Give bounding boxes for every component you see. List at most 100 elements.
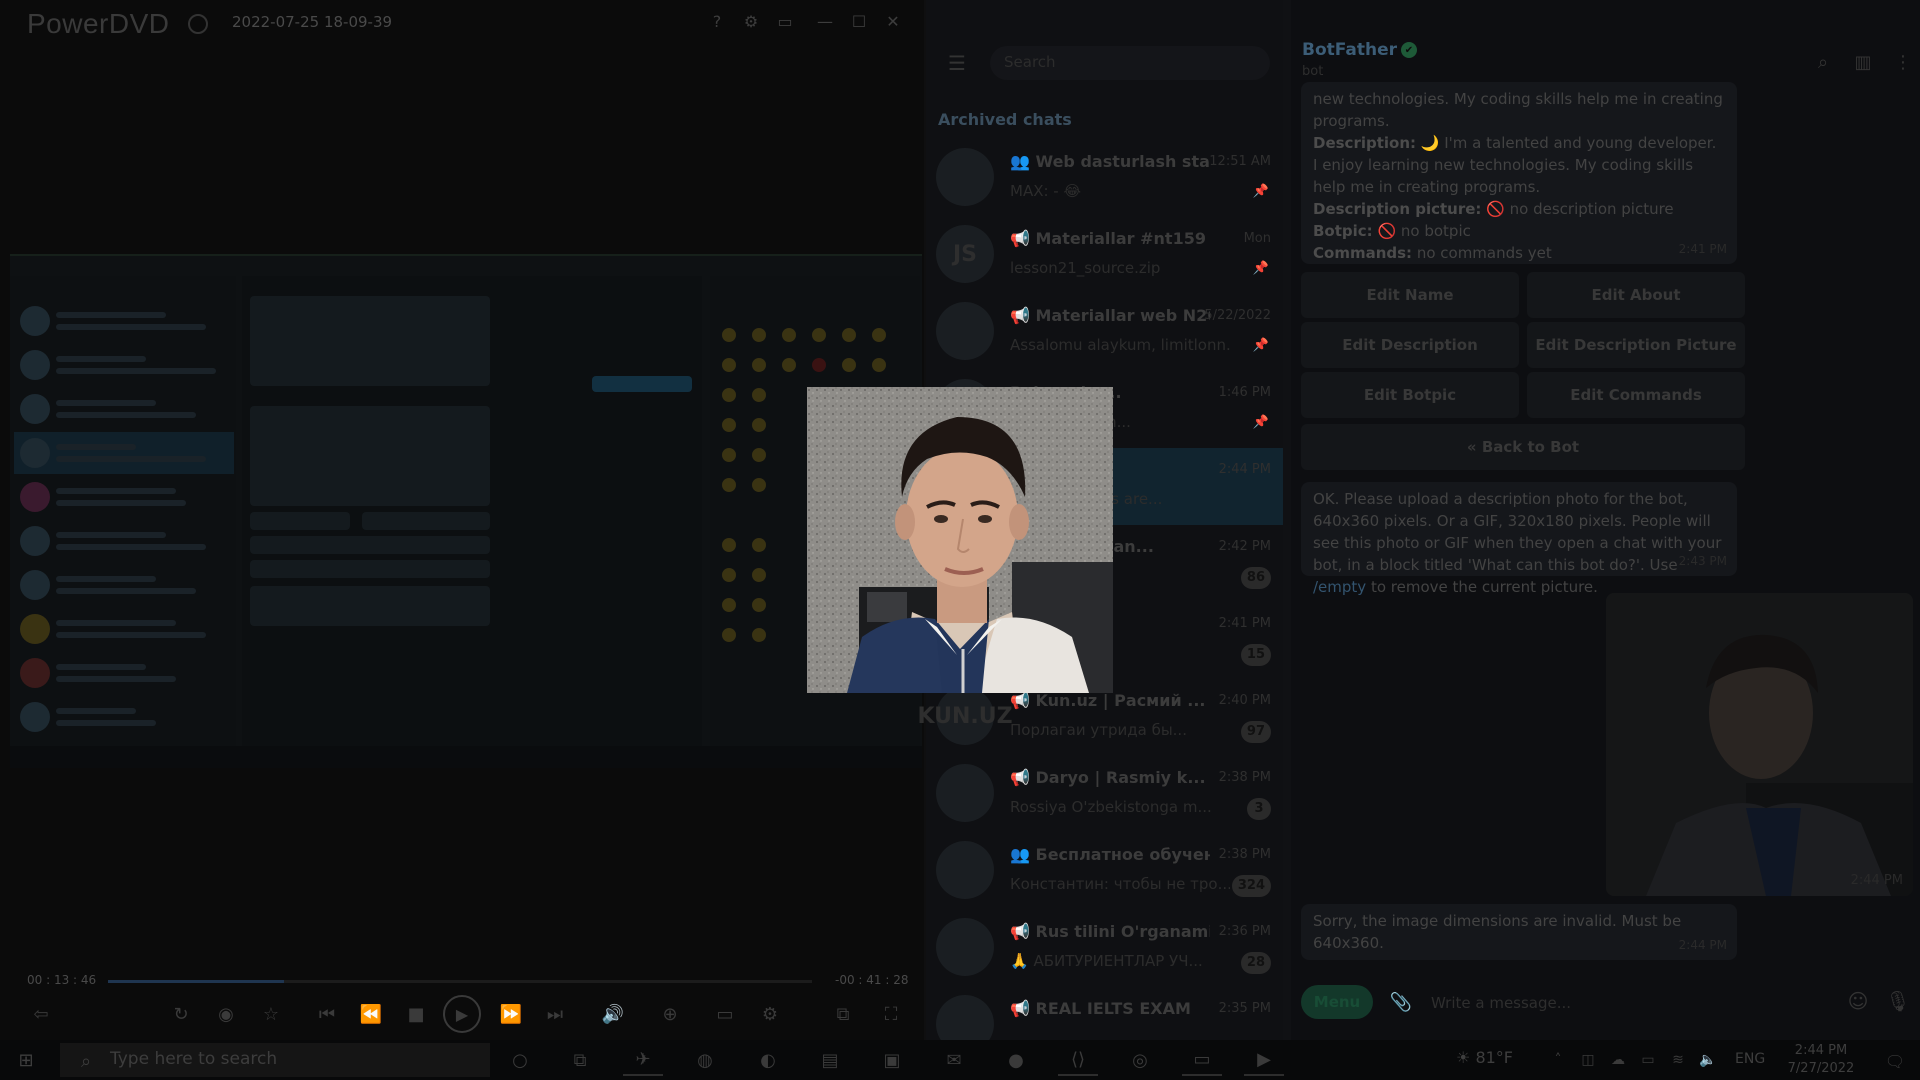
archived-chats-header[interactable]: Archived chats xyxy=(938,110,1072,129)
next-icon[interactable]: ⏩ xyxy=(498,1001,524,1027)
search-icon[interactable]: ⌕ xyxy=(1811,50,1835,74)
aspect-icon[interactable]: ▭ xyxy=(712,1001,738,1027)
maximize-icon[interactable]: ☐ xyxy=(848,10,870,32)
bot-info-line: Description picture: 🚫 no description pi… xyxy=(1313,198,1725,220)
chat-list-item[interactable]: 👥 Бесплатное обучен... 2:38 PM Константин:… xyxy=(926,833,1283,910)
keyboard-button-back-to-bot[interactable]: « Back to Bot xyxy=(1301,424,1745,470)
chat-time: 2:38 PM xyxy=(1218,770,1271,785)
bot-info-line: new technologies. My coding skills help … xyxy=(1313,88,1725,132)
mail-icon[interactable]: ✉ xyxy=(934,1044,974,1076)
sent-photo-message[interactable]: 2:44 PM xyxy=(1606,593,1913,896)
pip-icon[interactable]: ⧉ xyxy=(830,1001,856,1027)
chat-list-item[interactable]: 📢 Materiallar web N26 5/22/2022 Assalomu a… xyxy=(926,294,1283,371)
app-menu-icon[interactable] xyxy=(188,14,208,34)
keyboard-button-edit-botpic[interactable]: Edit Botpic xyxy=(1301,372,1519,418)
webcam-icon[interactable]: ◫ xyxy=(1578,1050,1598,1070)
powerdvd-app-icon[interactable]: ▶ xyxy=(1244,1044,1284,1076)
conversation-title[interactable]: BotFather xyxy=(1302,40,1397,60)
next-chapter-icon[interactable]: ⏭ xyxy=(542,1001,568,1027)
sidebar-toggle-icon[interactable]: ▥ xyxy=(1851,50,1875,74)
keyboard-button-edit-name[interactable]: Edit Name xyxy=(1301,272,1519,318)
battery-icon[interactable]: ▭ xyxy=(1638,1050,1658,1070)
message-input[interactable] xyxy=(1431,990,1831,1016)
weather-widget[interactable]: ☀ 81°F xyxy=(1456,1048,1513,1067)
opera-icon[interactable]: ● xyxy=(996,1044,1036,1076)
language-indicator[interactable]: ENG xyxy=(1735,1051,1765,1067)
onedrive-icon[interactable]: ☁ xyxy=(1608,1050,1628,1070)
bot-info-label: Botpic: xyxy=(1313,222,1373,240)
emoji-icon[interactable]: ☺ xyxy=(1845,988,1871,1014)
help-icon[interactable]: ? xyxy=(706,10,728,32)
window-app-icon[interactable]: ▭ xyxy=(1182,1044,1222,1076)
prev-icon[interactable]: ⏪ xyxy=(358,1001,384,1027)
empty-command-link[interactable]: /empty xyxy=(1313,578,1366,596)
video-frame[interactable] xyxy=(10,254,922,768)
chat-type-icon: 👥 xyxy=(1010,845,1036,864)
chat-list-item[interactable]: 👥 Web dasturlash sta... 12:51 AM MAX: - 😂 📌 xyxy=(926,140,1283,217)
taskbar-search-box[interactable]: ⌕ Type here to search xyxy=(60,1043,490,1077)
settings-icon[interactable]: ⚙ xyxy=(757,1001,783,1027)
chat-type-icon: 📢 xyxy=(1010,922,1036,941)
chat-avatar: JS xyxy=(936,225,994,283)
chat-time: 2:40 PM xyxy=(1218,693,1271,708)
notifications-icon[interactable]: 🗨 xyxy=(1884,1050,1906,1072)
file-explorer-icon[interactable]: ▤ xyxy=(810,1044,850,1076)
zoom-icon[interactable]: ⊕ xyxy=(657,1001,683,1027)
windows-start-icon[interactable]: ⊞ xyxy=(14,1048,38,1072)
taskbar-search-placeholder: Type here to search xyxy=(110,1049,278,1069)
cortana-icon[interactable]: ○ xyxy=(500,1044,540,1076)
bookmark-icon[interactable]: ☆ xyxy=(258,1001,284,1027)
wifi-icon[interactable]: ≋ xyxy=(1668,1050,1688,1070)
photo-preview-overlay[interactable] xyxy=(807,387,1113,693)
play-button[interactable]: ▶ xyxy=(443,995,481,1033)
chat-preview: Порлагаи утрида бы... xyxy=(1010,721,1187,739)
system-clock[interactable]: 2:44 PM 7/27/2022 xyxy=(1773,1042,1869,1078)
telegram-app-icon[interactable]: ✈ xyxy=(623,1044,663,1076)
temperature: 81°F xyxy=(1475,1048,1513,1067)
keyboard-button-edit-description-picture[interactable]: Edit Description Picture xyxy=(1527,322,1745,368)
unread-badge: 28 xyxy=(1240,952,1271,974)
hamburger-menu-icon[interactable]: ☰ xyxy=(944,50,970,76)
prev-chapter-icon[interactable]: ⏮ xyxy=(314,1001,340,1027)
chat-preview: Константин: чтобы не тро... xyxy=(1010,875,1230,893)
more-options-icon[interactable]: ⋮ xyxy=(1891,50,1915,74)
fullscreen-icon[interactable]: ⛶ xyxy=(878,1001,904,1027)
keyboard-button-edit-commands[interactable]: Edit Commands xyxy=(1527,372,1745,418)
keyboard-button-edit-about[interactable]: Edit About xyxy=(1527,272,1745,318)
message-time: 2:41 PM xyxy=(1678,242,1727,256)
bot-info-label: Description picture: xyxy=(1313,200,1482,218)
back-icon[interactable]: ⇦ xyxy=(28,1001,54,1027)
chat-name: 👥 Бесплатное обучен... xyxy=(1010,845,1210,864)
volume-icon[interactable]: 🔊 xyxy=(600,1001,626,1027)
mini-player-icon[interactable]: ▭ xyxy=(774,10,796,32)
chat-type-icon: 📢 xyxy=(1010,691,1036,710)
eye-icon[interactable]: ◉ xyxy=(213,1001,239,1027)
stop-icon[interactable]: ■ xyxy=(403,1001,429,1027)
seek-bar[interactable] xyxy=(108,980,812,983)
settings-icon[interactable]: ⚙ xyxy=(740,10,762,32)
edge-icon[interactable]: ◐ xyxy=(748,1044,788,1076)
chat-list-item[interactable]: 📢 Daryo | Rasmiy k... 2:38 PM Rossiya O'zb… xyxy=(926,756,1283,833)
show-hidden-icons-icon[interactable]: ˄ xyxy=(1548,1050,1568,1070)
message-time: 2:44 PM xyxy=(1850,873,1903,888)
speaker-icon[interactable]: 🔈 xyxy=(1698,1050,1718,1070)
repeat-icon[interactable]: ↻ xyxy=(168,1001,194,1027)
close-icon[interactable]: ✕ xyxy=(882,10,904,32)
obs-icon[interactable]: ◎ xyxy=(1120,1044,1160,1076)
chat-time: 2:41 PM xyxy=(1218,616,1271,631)
powerdvd-titlebar: PowerDVD 2022-07-25 18-09-39 ? ⚙ ▭ — ☐ ✕ xyxy=(0,0,924,46)
microphone-icon[interactable]: 🎙 xyxy=(1885,988,1911,1014)
search-input[interactable]: Search xyxy=(990,46,1270,80)
chat-list-item[interactable]: JS 📢 Materiallar #nt159 Mon lesson21_source… xyxy=(926,217,1283,294)
bot-menu-button[interactable]: Menu xyxy=(1301,985,1373,1019)
keyboard-button-edit-description[interactable]: Edit Description xyxy=(1301,322,1519,368)
chrome-icon[interactable]: ◍ xyxy=(685,1044,725,1076)
vscode-icon[interactable]: ⟨⟩ xyxy=(1058,1044,1098,1076)
pin-icon: 📌 xyxy=(1252,184,1269,199)
chat-list-item[interactable]: 📢 Rus tilini O'rganamiz 2:36 PM 🙏 АБИТУРИЕ… xyxy=(926,910,1283,987)
minimize-icon[interactable]: — xyxy=(814,10,836,32)
attach-icon[interactable]: 📎 xyxy=(1389,990,1413,1014)
task-view-icon[interactable]: ⧉ xyxy=(560,1044,600,1076)
store-icon[interactable]: ▣ xyxy=(872,1044,912,1076)
pin-icon: 📌 xyxy=(1252,338,1269,353)
